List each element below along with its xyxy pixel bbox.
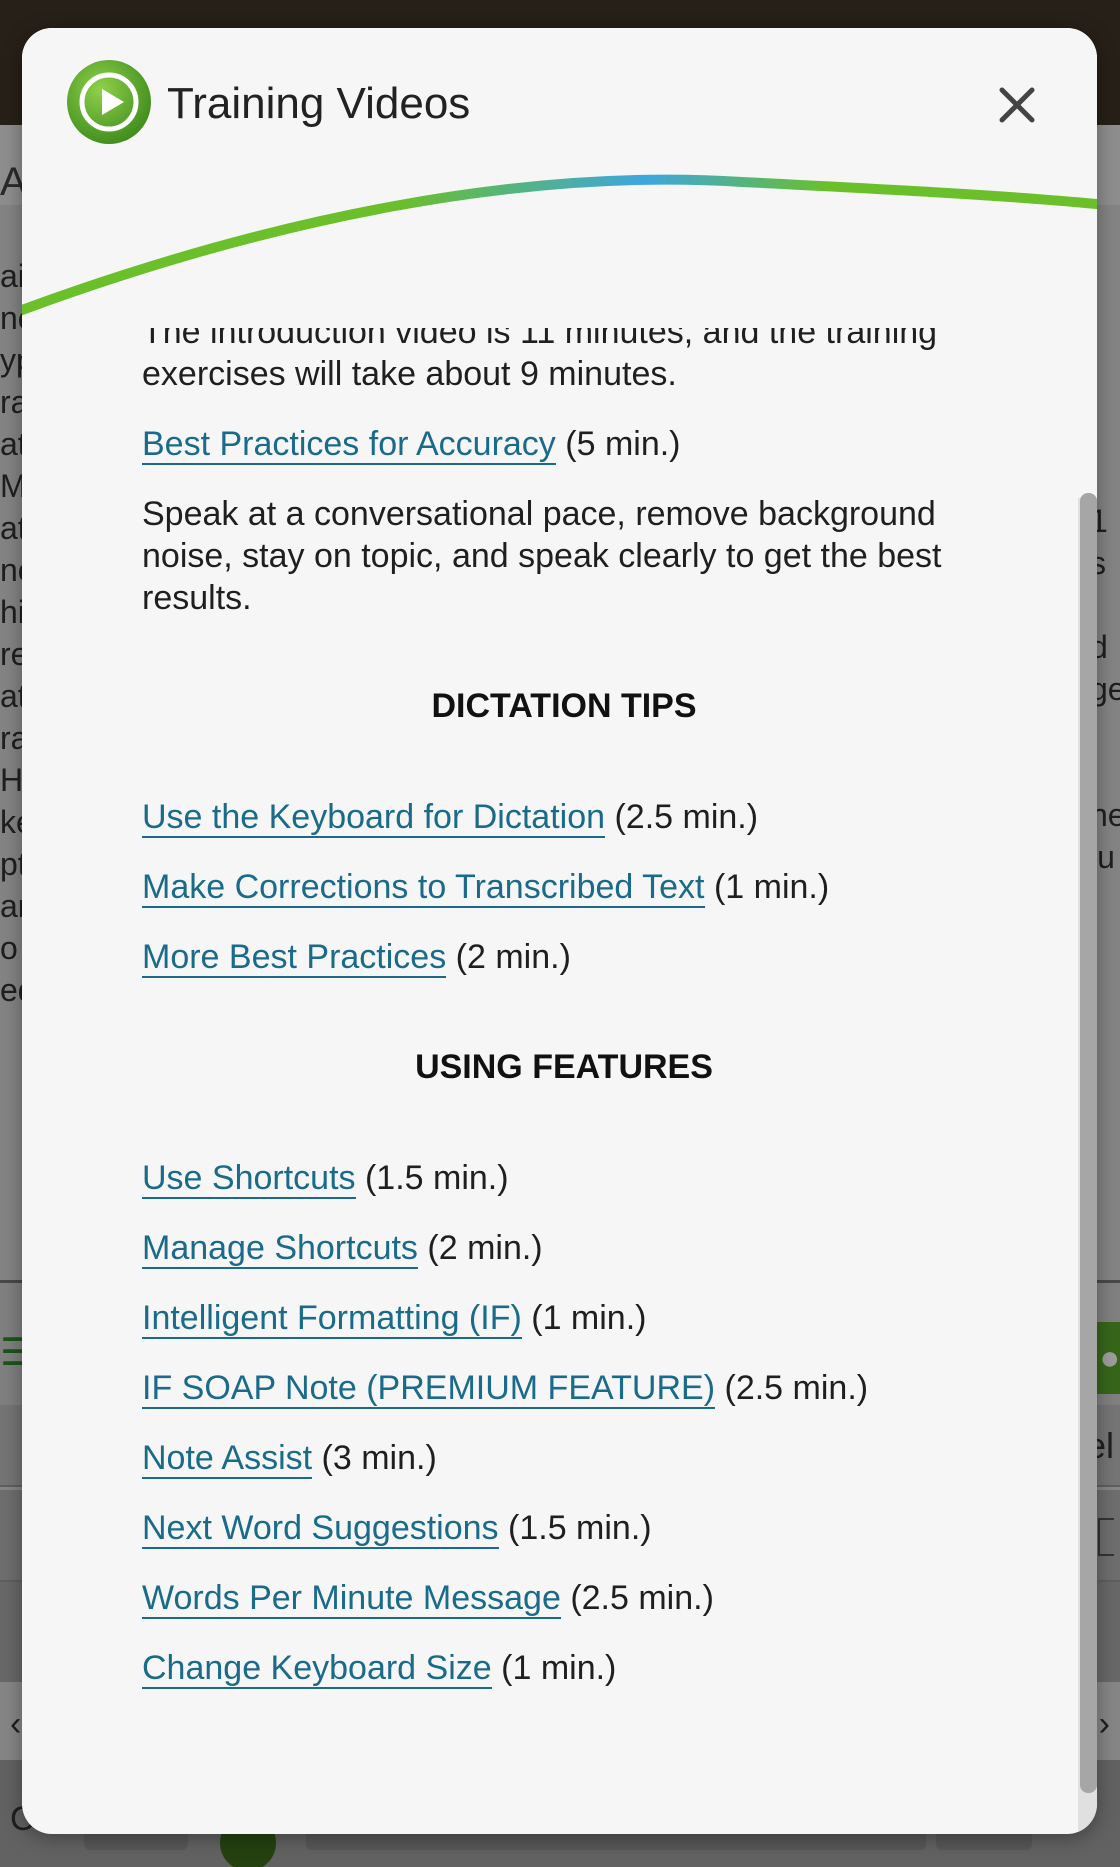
video-duration: (2.5 min.) [724, 1369, 869, 1407]
video-link-make-corrections[interactable]: Make Corrections to Transcribed Text [142, 868, 705, 908]
video-duration: (2.5 min.) [614, 798, 759, 836]
video-item: Manage Shortcuts (2 min.) [142, 1227, 1002, 1269]
video-duration: (1 min.) [531, 1299, 647, 1337]
video-duration: (2.5 min.) [570, 1579, 714, 1617]
video-link-more-best-practices[interactable]: More Best Practices [142, 938, 447, 978]
dialog-scroll-body[interactable]: The introduction video is 11 minutes, an… [22, 328, 1077, 1834]
video-item: Change Keyboard Size (1 min.) [142, 1647, 1002, 1689]
dialog-title: Training Videos [167, 79, 471, 128]
video-link-keyboard-dictation[interactable]: Use the Keyboard for Dictation [142, 798, 606, 838]
video-item: Use the Keyboard for Dictation (2.5 min.… [142, 796, 1002, 838]
video-duration: (1.5 min.) [508, 1509, 652, 1547]
best-practices-description: Speak at a conversational pace, remove b… [142, 495, 942, 617]
header-swoosh-decoration [22, 174, 1097, 315]
video-item: Note Assist (3 min.) [142, 1437, 1002, 1479]
video-link-change-keyboard-size[interactable]: Change Keyboard Size [142, 1649, 492, 1689]
video-item: IF SOAP Note (PREMIUM FEATURE) (2.5 min.… [142, 1367, 1002, 1409]
video-item: More Best Practices (2 min.) [142, 936, 1002, 978]
play-circle-icon [67, 60, 151, 144]
video-link-use-shortcuts[interactable]: Use Shortcuts [142, 1159, 356, 1199]
video-item: Make Corrections to Transcribed Text (1 … [142, 866, 1002, 908]
video-link-intelligent-formatting[interactable]: Intelligent Formatting (IF) [142, 1299, 522, 1339]
video-duration: (1 min.) [501, 1649, 617, 1687]
close-icon[interactable] [992, 80, 1042, 130]
video-duration: (5 min.) [565, 425, 681, 463]
video-link-manage-shortcuts[interactable]: Manage Shortcuts [142, 1229, 418, 1269]
video-duration: (2 min.) [427, 1229, 543, 1267]
section-heading-using-features: USING FEATURES [415, 1048, 713, 1086]
video-link-note-assist[interactable]: Note Assist [142, 1439, 313, 1479]
video-link-words-per-minute[interactable]: Words Per Minute Message [142, 1579, 561, 1619]
scrollbar-thumb[interactable] [1080, 493, 1097, 1793]
video-item: Use Shortcuts (1.5 min.) [142, 1157, 1002, 1199]
video-item: Intelligent Formatting (IF) (1 min.) [142, 1297, 1002, 1339]
intro-text: The introduction video is 11 minutes, an… [142, 328, 938, 393]
training-videos-dialog: Training Videos The introduction video i… [22, 28, 1097, 1834]
video-duration: (1.5 min.) [364, 1159, 509, 1197]
section-heading-dictation-tips: DICTATION TIPS [431, 687, 697, 725]
video-duration: (1 min.) [713, 868, 830, 906]
video-link-best-practices[interactable]: Best Practices for Accuracy [142, 425, 556, 465]
video-item: Words Per Minute Message (2.5 min.) [142, 1577, 1002, 1619]
dialog-header: Training Videos [22, 28, 1097, 328]
video-item: Best Practices for Accuracy (5 min.) [142, 423, 1002, 465]
dialog-content: The introduction video is 11 minutes, an… [142, 328, 1002, 1689]
video-link-next-word-suggestions[interactable]: Next Word Suggestions [142, 1509, 499, 1549]
video-link-if-soap-note[interactable]: IF SOAP Note (PREMIUM FEATURE) [142, 1369, 716, 1409]
video-duration: (3 min.) [321, 1439, 437, 1477]
video-item: Next Word Suggestions (1.5 min.) [142, 1507, 1002, 1549]
video-duration: (2 min.) [455, 938, 571, 976]
